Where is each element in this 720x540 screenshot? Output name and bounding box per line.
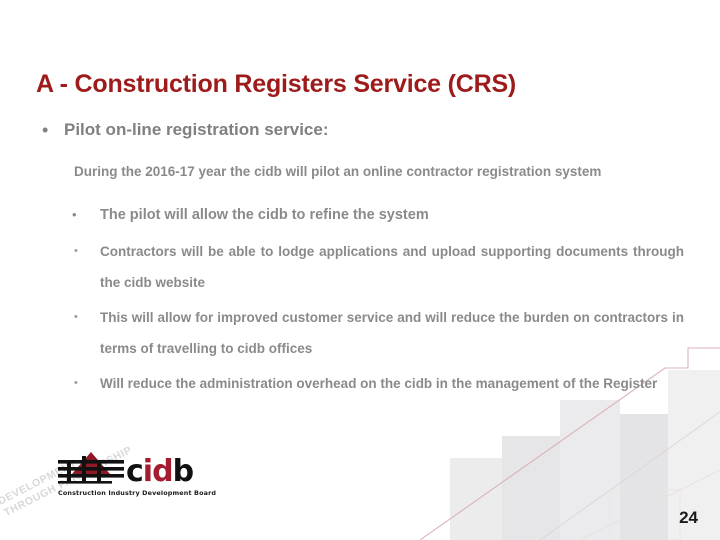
bullet-level2-text: During the 2016-17 year the cidb will pi…	[74, 164, 602, 179]
bullet-level4-text: This will allow for improved customer se…	[100, 310, 684, 356]
bullet-level3-text: The pilot will allow the cidb to refine …	[100, 207, 429, 223]
bullet-level3: • The pilot will allow the cidb to refin…	[68, 200, 684, 230]
bullet-level4-item: • This will allow for improved customer …	[68, 302, 684, 364]
logo-word-c: c	[126, 454, 144, 489]
bullet-level4-text: Contractors will be able to lodge applic…	[100, 244, 684, 290]
cidb-logo-wordmark: cidb	[126, 454, 195, 489]
cidb-logo-mark-icon	[58, 452, 124, 484]
bullet-level1-text: Pilot on-line registration service:	[64, 120, 329, 139]
bullet-marker-icon: •	[72, 207, 77, 222]
cidb-logo-tagline: Construction Industry Development Board	[58, 489, 217, 497]
logo-word-id: id	[142, 454, 174, 489]
page-number: 24	[679, 508, 698, 527]
bullet-marker-icon: •	[74, 245, 78, 257]
bullet-level1: • Pilot on-line registration service:	[36, 118, 684, 142]
bullet-marker-icon: •	[42, 120, 49, 140]
slide-body: • Pilot on-line registration service: Du…	[36, 118, 684, 403]
bullet-level4-item: • Will reduce the administration overhea…	[68, 368, 684, 399]
logo-word-b: b	[172, 454, 195, 489]
cidb-logo: cidb Construction Industry Development B…	[58, 452, 216, 497]
bullet-marker-icon: •	[74, 377, 78, 389]
bullet-level4-text: Will reduce the administration overhead …	[100, 376, 658, 391]
logo-row: cidb	[58, 452, 216, 489]
slide-canvas: DEVELOPMENT THROUGH PARTNERSHIP A - Cons…	[0, 0, 720, 540]
bullet-marker-icon: •	[74, 311, 78, 323]
slide-title: A - Construction Registers Service (CRS)	[36, 69, 517, 98]
bullet-level4-item: • Contractors will be able to lodge appl…	[68, 236, 684, 298]
